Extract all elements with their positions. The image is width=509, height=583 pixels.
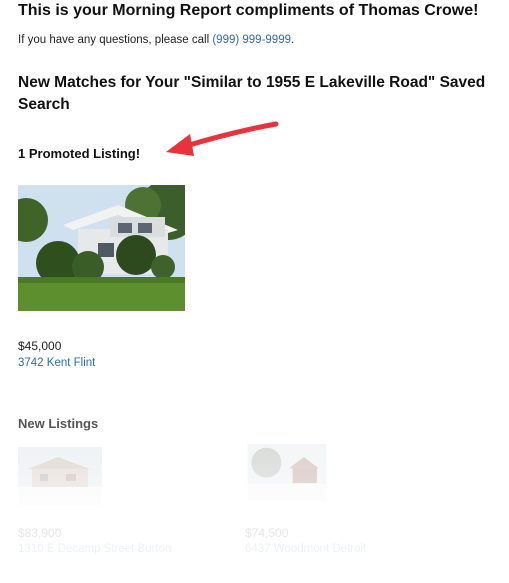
- phone-link[interactable]: (999) 999-9999: [212, 34, 291, 46]
- red-arrow-icon: [166, 121, 279, 156]
- promoted-heading: 1 Promoted Listing!: [18, 146, 141, 161]
- listing-2-address-link[interactable]: 6437 Woodmont Detroit: [245, 543, 366, 555]
- promoted-listing-photo[interactable]: [18, 185, 185, 311]
- promoted-address-link[interactable]: 3742 Kent Flint: [18, 357, 95, 369]
- promoted-price: $45,000: [18, 339, 62, 353]
- report-title: This is your Morning Report compliments …: [18, 2, 479, 19]
- intro-prefix: If you have any questions, please call: [18, 34, 213, 46]
- listing-1-photo[interactable]: [18, 447, 102, 505]
- listing-1-address-link[interactable]: 1310 E Decamp Street Burton: [18, 543, 171, 555]
- listing-1-price: $83,900: [18, 526, 62, 540]
- listing-2-photo[interactable]: [245, 444, 329, 502]
- intro-text: If you have any questions, please call (…: [18, 34, 294, 46]
- new-listings-heading: New Listings: [18, 416, 99, 431]
- matches-heading: New Matches for Your "Similar to 1955 E …: [18, 74, 486, 113]
- intro-suffix: .: [291, 34, 295, 46]
- listing-2-price: $74,500: [245, 526, 289, 540]
